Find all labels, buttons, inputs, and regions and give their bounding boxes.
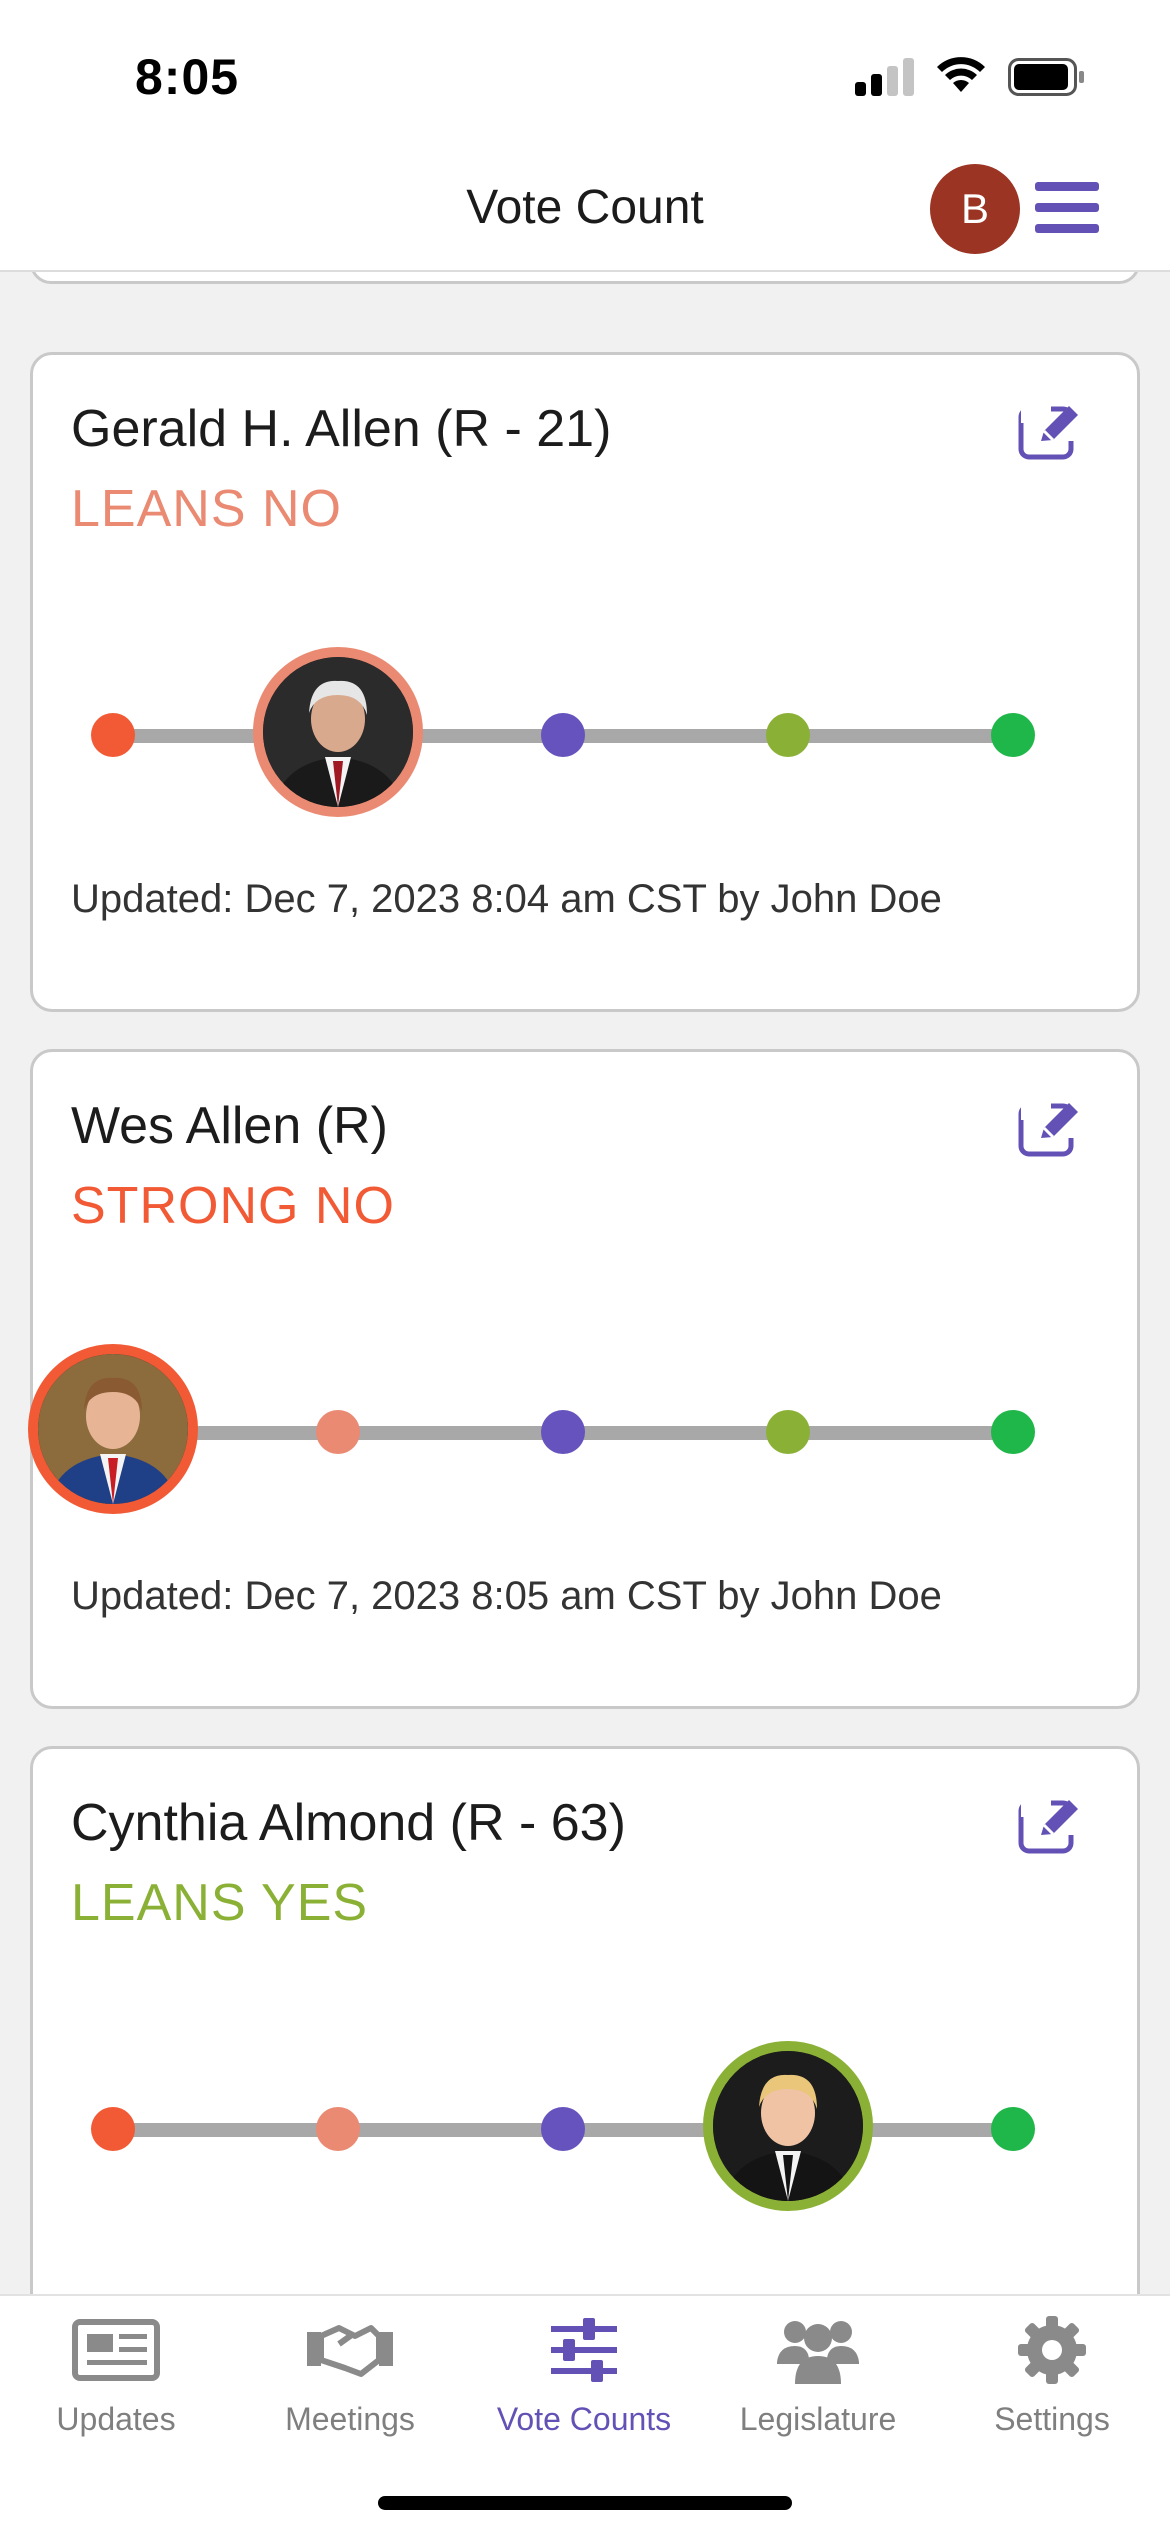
tab-label: Updates bbox=[56, 2401, 176, 2437]
people-group-icon bbox=[777, 2321, 859, 2384]
sliders-icon bbox=[551, 2318, 617, 2382]
scale-dot[interactable] bbox=[991, 713, 1035, 757]
updated-text: Updated: Dec 7, 2023 8:05 am CST by John… bbox=[71, 1574, 942, 1618]
partial-card bbox=[30, 272, 1140, 284]
vote-status: LEANS YES bbox=[71, 1874, 369, 1932]
scale-dot[interactable] bbox=[316, 1410, 360, 1454]
scale-dot[interactable] bbox=[91, 713, 135, 757]
status-bar: 8:05 bbox=[0, 0, 1170, 140]
tab-vote-counts[interactable]: Vote Counts bbox=[484, 2314, 684, 2444]
tab-legislature[interactable]: Legislature bbox=[718, 2314, 918, 2444]
scale-dot[interactable] bbox=[91, 2107, 135, 2151]
cellular-signal-icon bbox=[855, 58, 917, 96]
legislator-portrait bbox=[253, 647, 423, 817]
tab-label: Legislature bbox=[739, 2401, 897, 2437]
vote-count-list[interactable]: Gerald H. Allen (R - 21) LEANS NO Update… bbox=[0, 272, 1170, 2294]
home-indicator bbox=[378, 2496, 792, 2510]
handshake-icon bbox=[307, 2325, 393, 2377]
legislator-card: Gerald H. Allen (R - 21) LEANS NO Update… bbox=[30, 352, 1140, 1012]
wifi-icon bbox=[937, 57, 985, 92]
legislator-name: Gerald H. Allen (R - 21) bbox=[71, 400, 612, 458]
tab-settings[interactable]: Settings bbox=[952, 2314, 1152, 2444]
updated-text: Updated: Dec 7, 2023 8:04 am CST by John… bbox=[71, 877, 942, 921]
tab-updates[interactable]: Updates bbox=[16, 2314, 216, 2444]
app-header: Vote Count B bbox=[0, 140, 1170, 272]
scale-dot[interactable] bbox=[766, 713, 810, 757]
legislator-name: Cynthia Almond (R - 63) bbox=[71, 1794, 626, 1852]
hamburger-menu-icon[interactable] bbox=[1035, 182, 1099, 234]
scale-dot[interactable] bbox=[541, 713, 585, 757]
edit-icon[interactable] bbox=[1017, 401, 1085, 461]
gear-icon bbox=[1018, 2316, 1086, 2384]
vote-scale[interactable] bbox=[28, 1344, 1035, 1514]
legislator-name: Wes Allen (R) bbox=[71, 1097, 388, 1155]
legislator-portrait bbox=[703, 2041, 873, 2211]
edit-icon[interactable] bbox=[1017, 1098, 1085, 1158]
vote-scale[interactable] bbox=[91, 647, 1035, 817]
tab-label: Vote Counts bbox=[496, 2401, 672, 2437]
edit-icon[interactable] bbox=[1017, 1795, 1085, 1855]
user-avatar[interactable]: B bbox=[930, 164, 1020, 254]
scale-dot[interactable] bbox=[316, 2107, 360, 2151]
tab-label: Meetings bbox=[285, 2401, 415, 2437]
scale-dot[interactable] bbox=[541, 1410, 585, 1454]
scale-dot[interactable] bbox=[541, 2107, 585, 2151]
status-time: 8:05 bbox=[135, 49, 240, 105]
vote-status: LEANS NO bbox=[71, 480, 342, 538]
scale-dot[interactable] bbox=[991, 1410, 1035, 1454]
vote-status: STRONG NO bbox=[71, 1177, 395, 1235]
legislator-portrait bbox=[28, 1344, 198, 1514]
scale-dot[interactable] bbox=[991, 2107, 1035, 2151]
newspaper-icon bbox=[72, 2319, 160, 2381]
vote-scale[interactable] bbox=[91, 2041, 1035, 2211]
legislator-card: Cynthia Almond (R - 63) LEANS YES bbox=[30, 1746, 1140, 2294]
tab-meetings[interactable]: Meetings bbox=[250, 2314, 450, 2444]
tab-label: Settings bbox=[994, 2401, 1110, 2437]
scale-dot[interactable] bbox=[766, 1410, 810, 1454]
legislator-card: Wes Allen (R) STRONG NO Updated: Dec 7, … bbox=[28, 1049, 1140, 1709]
battery-icon bbox=[1008, 58, 1084, 96]
